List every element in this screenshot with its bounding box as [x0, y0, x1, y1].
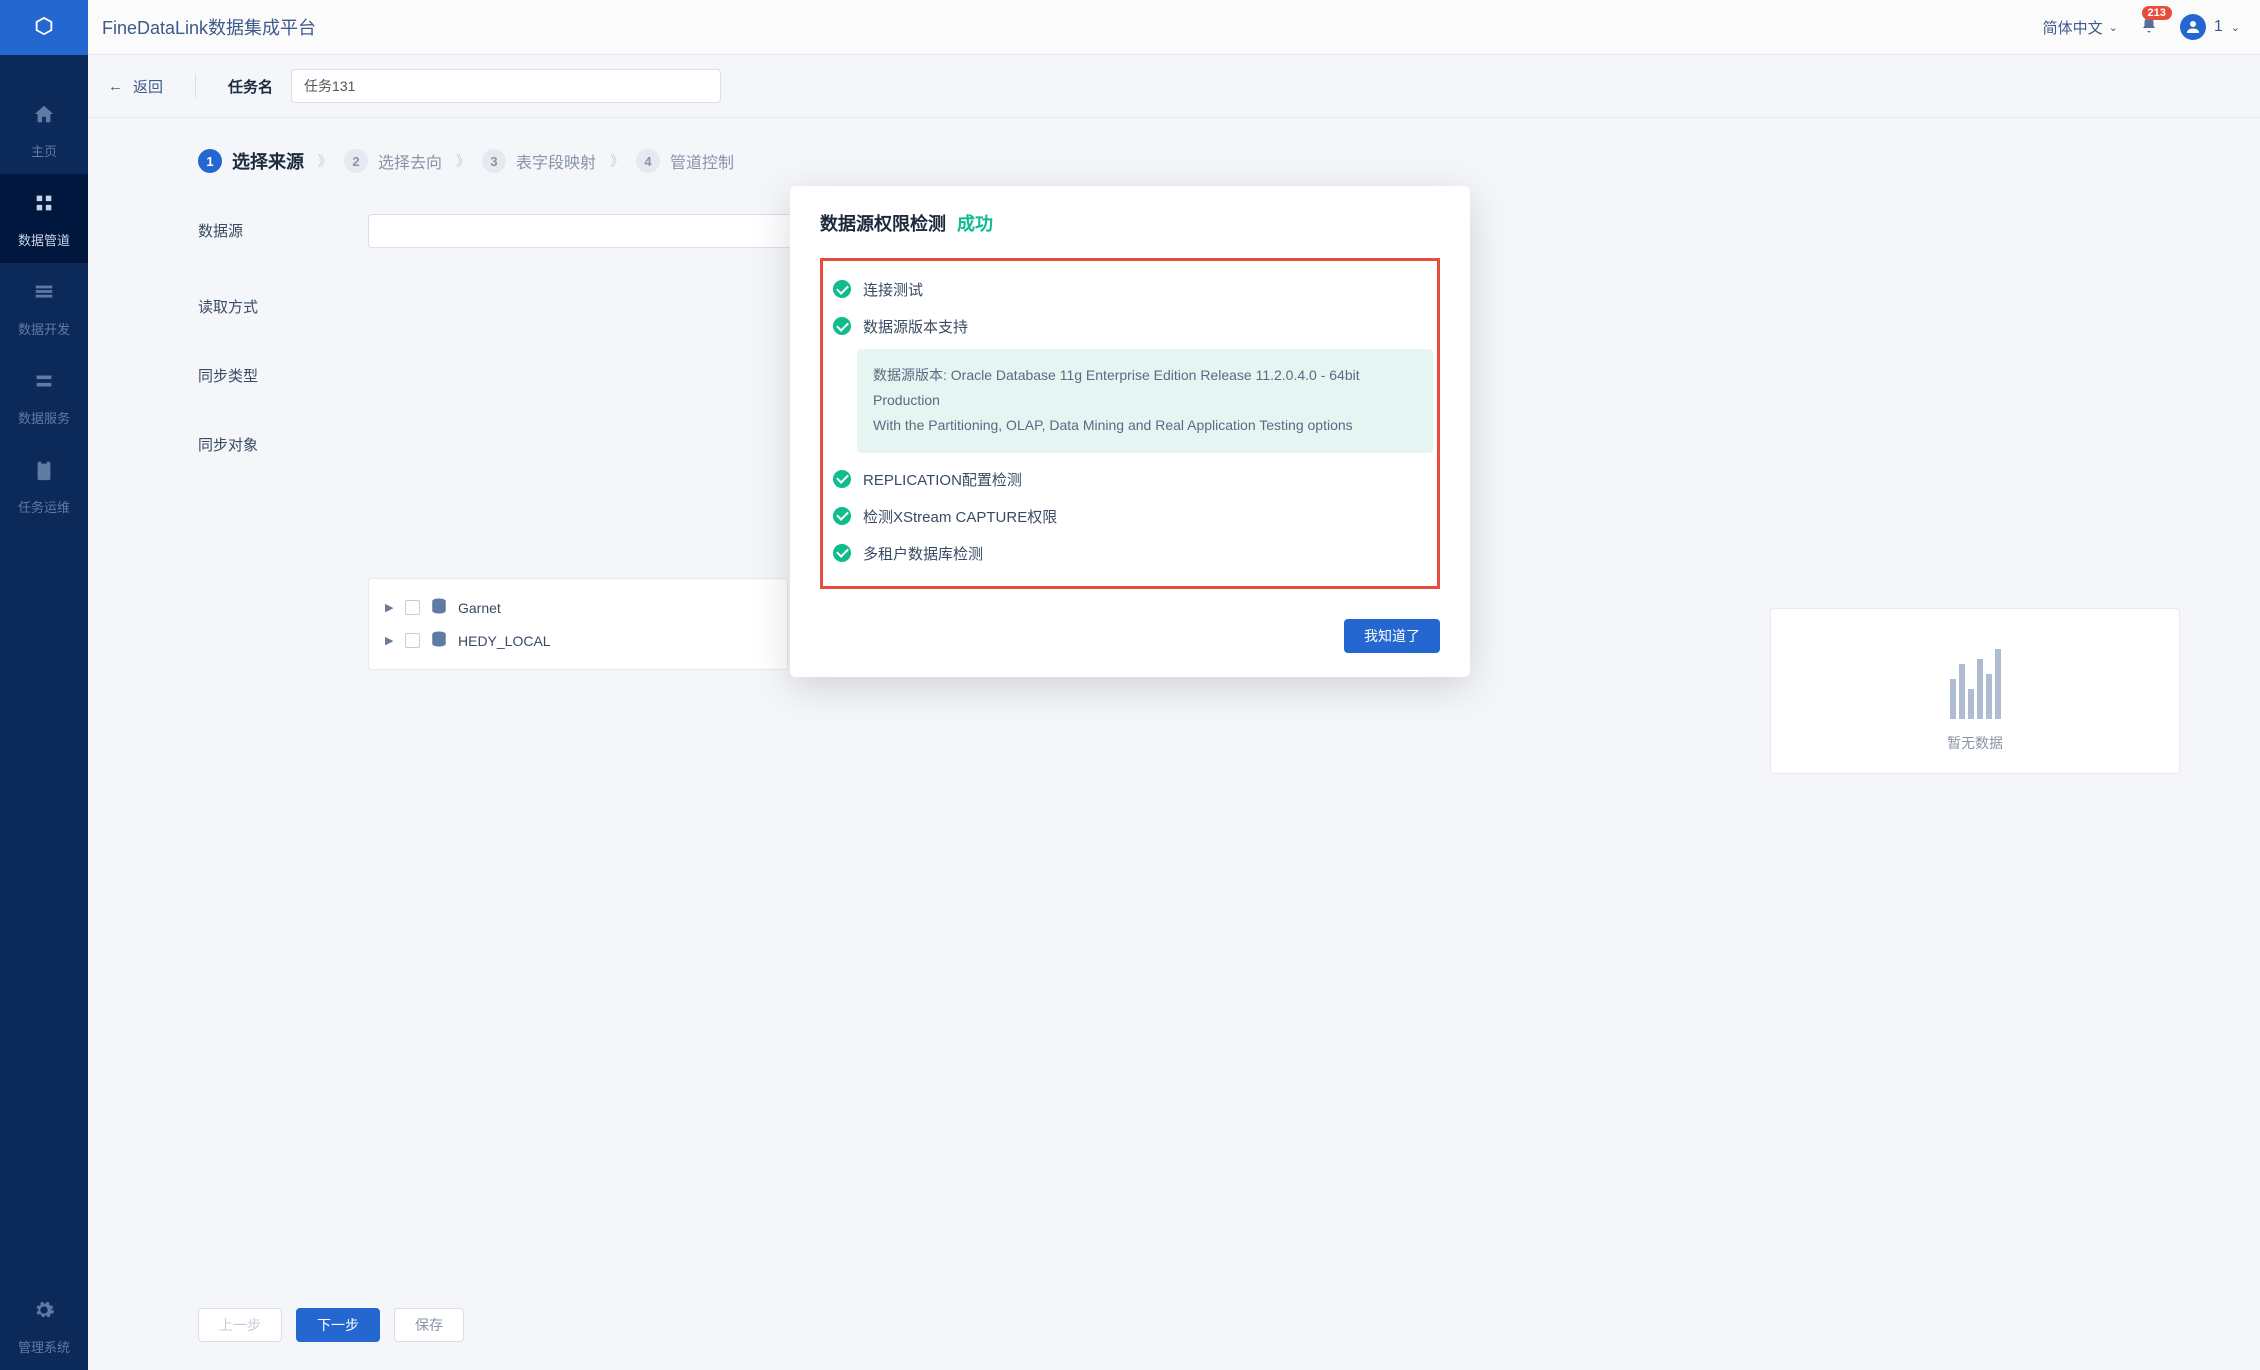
modal-title-text: 数据源权限检测 [820, 214, 946, 234]
check-circle-icon [833, 470, 851, 488]
check-circle-icon [833, 317, 851, 335]
check-circle-icon [833, 507, 851, 525]
check-text: REPLICATION配置检测 [863, 469, 1022, 490]
ok-button[interactable]: 我知道了 [1344, 619, 1440, 653]
check-item: REPLICATION配置检测 [827, 461, 1433, 498]
check-item: 检测XStream CAPTURE权限 [827, 498, 1433, 535]
check-item: 数据源版本支持 [827, 308, 1433, 345]
modal-backdrop: 数据源权限检测 成功 连接测试 数据源版本支持 数据源版本: Oracle Da… [0, 0, 2260, 1370]
check-item: 多租户数据库检测 [827, 535, 1433, 572]
version-info: 数据源版本: Oracle Database 11g Enterprise Ed… [857, 349, 1433, 453]
check-item: 连接测试 [827, 271, 1433, 308]
check-text: 多租户数据库检测 [863, 543, 983, 564]
check-circle-icon [833, 544, 851, 562]
check-list-highlight: 连接测试 数据源版本支持 数据源版本: Oracle Database 11g … [820, 258, 1440, 589]
permission-check-modal: 数据源权限检测 成功 连接测试 数据源版本支持 数据源版本: Oracle Da… [790, 186, 1470, 677]
check-circle-icon [833, 280, 851, 298]
check-text: 数据源版本支持 [863, 316, 968, 337]
version-line: With the Partitioning, OLAP, Data Mining… [873, 413, 1417, 438]
version-line: 数据源版本: Oracle Database 11g Enterprise Ed… [873, 363, 1417, 413]
check-text: 检测XStream CAPTURE权限 [863, 506, 1057, 527]
modal-title: 数据源权限检测 成功 [820, 210, 1440, 236]
check-text: 连接测试 [863, 279, 923, 300]
modal-status: 成功 [957, 214, 993, 234]
